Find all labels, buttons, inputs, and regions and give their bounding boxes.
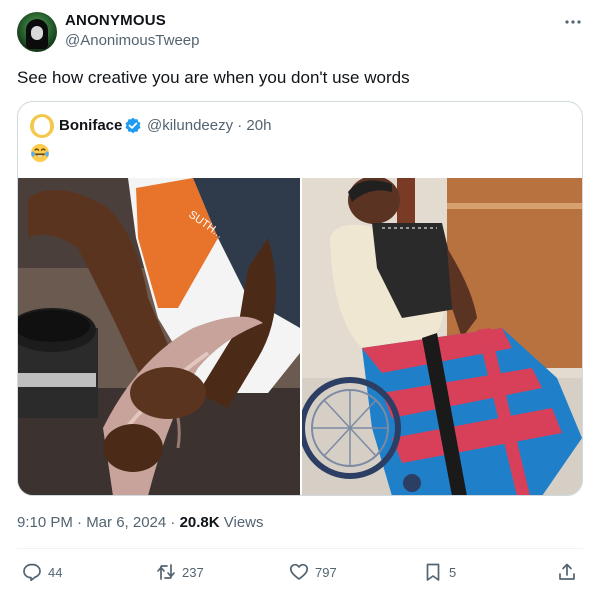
fish-cleaning-photo: SUTH...	[18, 178, 300, 495]
author-handle[interactable]: @AnonimousTweep	[65, 32, 199, 49]
repost-icon	[157, 564, 175, 580]
action-bar-divider	[17, 548, 583, 549]
tweet: ANONYMOUS @AnonimousTweep See how creati…	[0, 0, 602, 598]
repost-button[interactable]: 237	[156, 561, 204, 583]
like-button[interactable]: 797	[289, 561, 337, 583]
author-display-name[interactable]: ANONYMOUS	[65, 12, 166, 29]
reply-count: 44	[48, 564, 63, 580]
tweet-timestamp[interactable]: 9:10 PM · Mar 6, 2024 ·	[17, 514, 180, 531]
verified-badge-icon	[125, 117, 141, 134]
bookmark-icon	[426, 563, 440, 581]
views-label: Views	[219, 514, 264, 531]
quoted-author-avatar[interactable]	[30, 114, 54, 138]
laughing-tears-emoji-icon	[31, 144, 49, 162]
tweet-text: See how creative you are when you don't …	[17, 68, 410, 87]
quoted-tweet-card[interactable]: Boniface @kilundeezy · 20h SUTH...	[17, 101, 583, 496]
quoted-author-name[interactable]: Boniface	[59, 117, 122, 134]
author-avatar[interactable]	[17, 12, 57, 52]
bookmark-button[interactable]: 5	[423, 561, 456, 583]
share-icon	[559, 563, 575, 580]
heart-icon	[289, 563, 309, 580]
wheelchair-photo	[302, 178, 582, 495]
quoted-avatar-face	[34, 117, 50, 135]
more-options-icon[interactable]	[563, 12, 583, 32]
avatar-mask-shape	[31, 26, 43, 40]
quoted-handle-and-time: @kilundeezy · 20h	[147, 117, 272, 134]
repost-count: 237	[182, 564, 204, 580]
reply-button[interactable]: 44	[22, 561, 62, 583]
share-button[interactable]	[557, 561, 577, 583]
media-image-wheelchair-woman[interactable]	[302, 178, 582, 495]
reply-icon	[23, 563, 41, 582]
bookmark-count: 5	[449, 564, 457, 580]
views-count: 20.8K	[179, 514, 220, 531]
tweet-timestamp-and-views: 9:10 PM · Mar 6, 2024 · 20.8K Views	[17, 514, 264, 531]
like-count: 797	[315, 564, 337, 580]
media-image-fish-cleaning[interactable]: SUTH...	[18, 178, 300, 495]
